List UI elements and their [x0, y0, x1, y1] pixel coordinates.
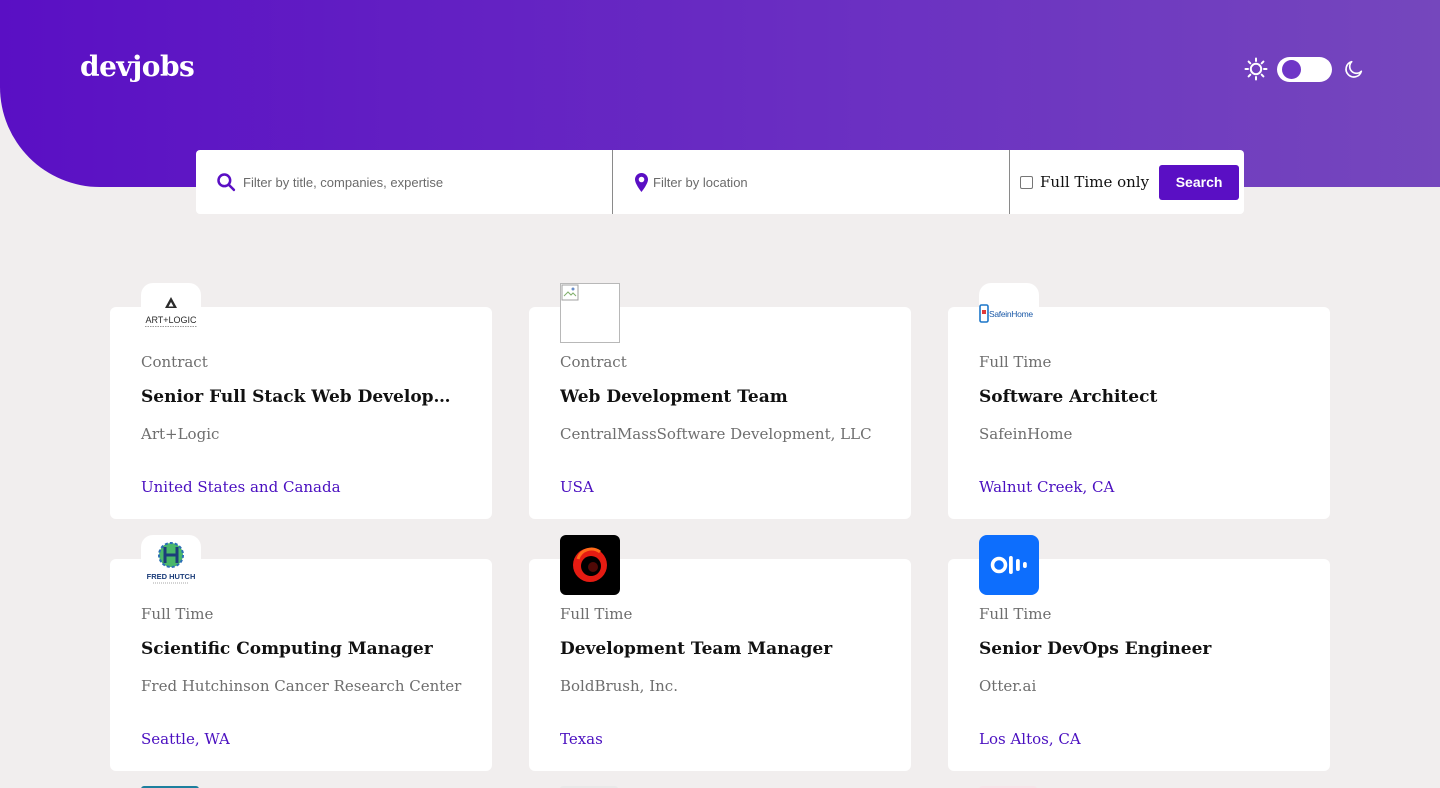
company-logo: ART+LOGIC — [141, 283, 201, 343]
company-name: Fred Hutchinson Cancer Research Center — [141, 677, 462, 695]
location-pin-icon — [635, 172, 648, 192]
job-card[interactable]: FRED HUTCH Full Time Scientific Computin… — [110, 535, 492, 771]
job-type: Contract — [560, 353, 627, 371]
job-title[interactable]: Web Development Team — [560, 387, 880, 407]
title-filter-input[interactable] — [243, 167, 612, 197]
job-type: Full Time — [141, 605, 214, 623]
company-logo: FRED HUTCH — [141, 535, 201, 595]
fred-hutch-logo: FRED HUTCH — [147, 542, 196, 584]
job-title[interactable]: Software Architect — [979, 387, 1299, 407]
safeinhome-logo: SafeinHome — [979, 304, 1034, 323]
moon-icon — [1345, 60, 1363, 78]
search-icon — [217, 173, 236, 192]
company-logo — [560, 535, 620, 595]
job-location: United States and Canada — [141, 478, 341, 496]
svg-text:SafeinHome: SafeinHome — [989, 309, 1033, 319]
job-location: Seattle, WA — [141, 730, 230, 748]
job-location: Los Altos, CA — [979, 730, 1081, 748]
otter-ai-logo — [990, 556, 1027, 574]
job-location: USA — [560, 478, 594, 496]
svg-text:FRED HUTCH: FRED HUTCH — [147, 572, 196, 581]
job-type: Full Time — [979, 605, 1052, 623]
app-logo[interactable]: devjobs — [80, 50, 195, 83]
job-card[interactable]: SafeinHome Full Time Software Architect … — [948, 283, 1330, 519]
job-card[interactable]: ART+LOGIC Contract Senior Full Stack Web… — [110, 283, 492, 519]
job-title[interactable]: Senior Full Stack Web Developer (re… — [141, 387, 461, 407]
theme-toggle — [1244, 56, 1365, 82]
search-bar: Full Time only Search — [196, 150, 1244, 214]
company-logo — [560, 283, 620, 343]
job-type: Contract — [141, 353, 208, 371]
company-logo: SafeinHome — [979, 283, 1039, 343]
job-card[interactable]: Full Time Development Team Manager BoldB… — [529, 535, 911, 771]
art-logic-logo: ART+LOGIC — [145, 297, 197, 327]
job-title[interactable]: Development Team Manager — [560, 639, 880, 659]
job-location: Walnut Creek, CA — [979, 478, 1115, 496]
fulltime-filter: Full Time only Search — [1010, 150, 1244, 214]
company-logo — [979, 535, 1039, 595]
fulltime-label[interactable]: Full Time only — [1040, 173, 1149, 191]
job-title[interactable]: Scientific Computing Manager — [141, 639, 461, 659]
company-name: Art+Logic — [141, 425, 220, 443]
company-name: BoldBrush, Inc. — [560, 677, 678, 695]
company-name: SafeinHome — [979, 425, 1073, 443]
company-name: CentralMassSoftware Development, LLC — [560, 425, 872, 443]
company-name: Otter.ai — [979, 677, 1037, 695]
title-filter — [196, 150, 613, 214]
job-title[interactable]: Senior DevOps Engineer — [979, 639, 1299, 659]
search-button[interactable]: Search — [1159, 164, 1240, 200]
location-filter — [613, 150, 1010, 214]
theme-switch-knob — [1282, 59, 1301, 79]
job-type: Full Time — [560, 605, 633, 623]
boldbrush-logo — [573, 547, 607, 582]
job-card[interactable]: Contract Web Development Team CentralMas… — [529, 283, 911, 519]
job-type: Full Time — [979, 353, 1052, 371]
job-card[interactable]: Full Time Senior DevOps Engineer Otter.a… — [948, 535, 1330, 771]
broken-image-icon — [561, 284, 579, 301]
job-location: Texas — [560, 730, 603, 748]
svg-text:ART+LOGIC: ART+LOGIC — [145, 315, 197, 325]
sun-icon — [1244, 57, 1268, 81]
fulltime-checkbox[interactable] — [1020, 175, 1033, 189]
theme-switch[interactable] — [1277, 56, 1332, 82]
location-filter-input[interactable] — [653, 167, 1009, 197]
